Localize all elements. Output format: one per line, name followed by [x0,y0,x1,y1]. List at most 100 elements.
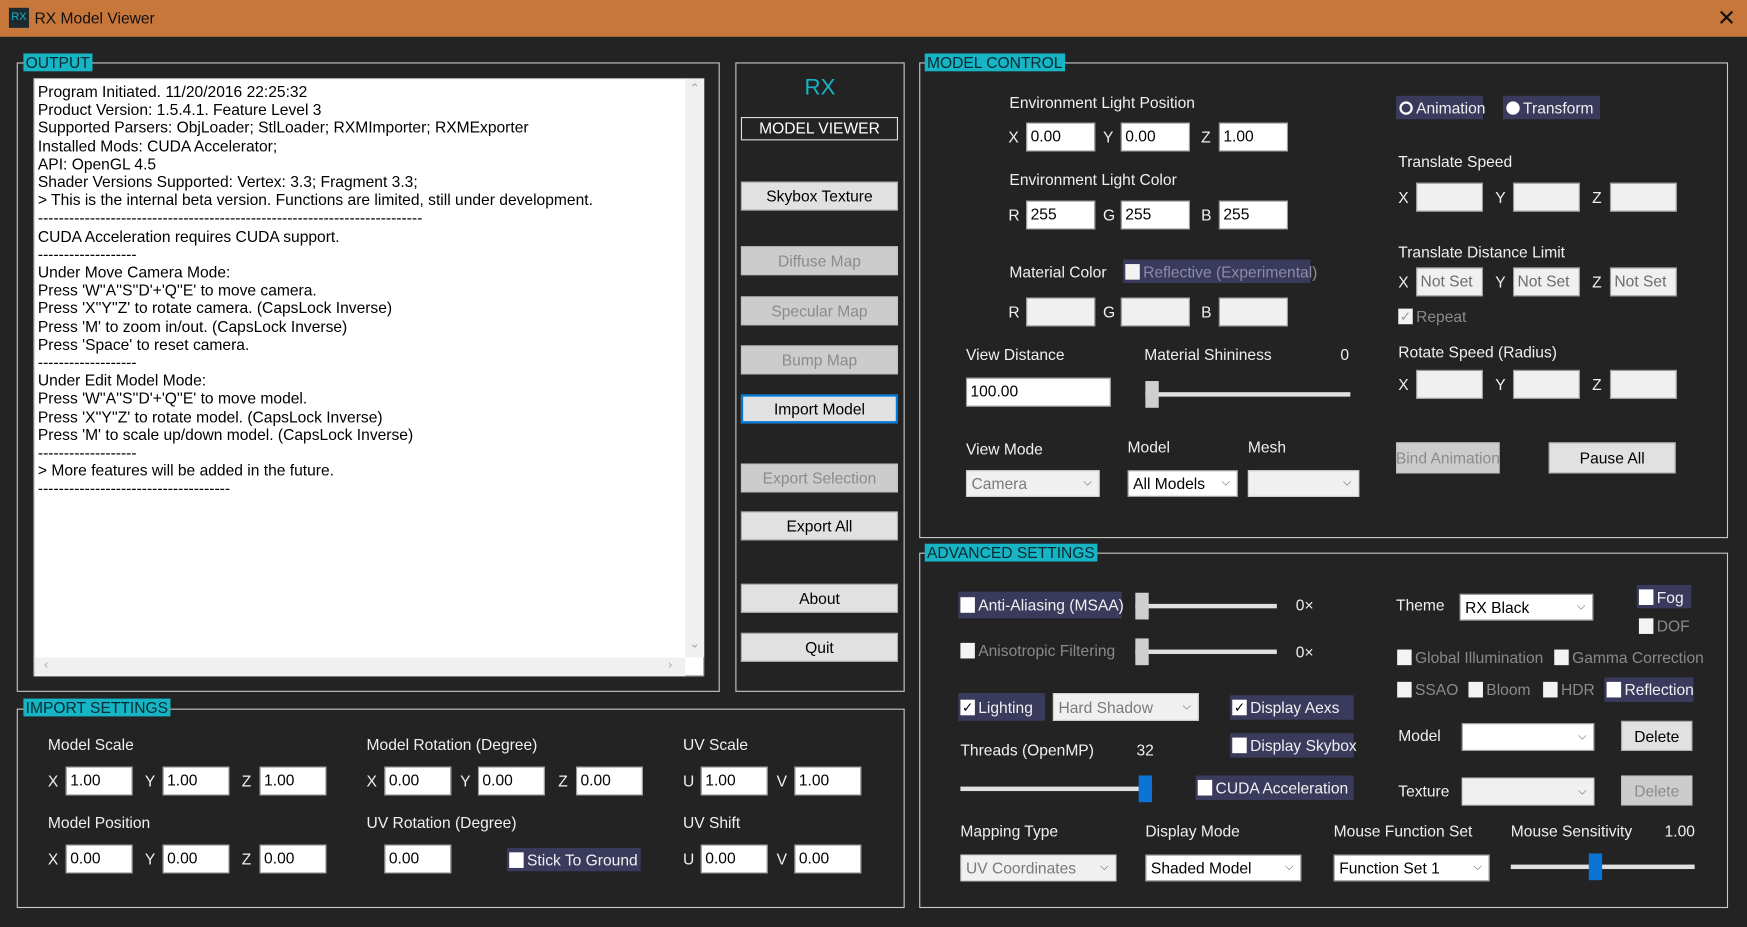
anisotropic-slider-thumb[interactable] [1135,638,1149,666]
anti-aliasing-checkbox[interactable]: Anti-Aliasing (MSAA) [958,591,1124,619]
reflection-checkbox[interactable]: Reflection [1604,677,1694,702]
threads-label: Threads (OpenMP) [960,740,1094,759]
env-light-color-r-input[interactable]: 255 [1026,200,1096,230]
log-line: Installed Mods: CUDA Accelerator; [37,136,278,155]
fog-checkbox[interactable]: Fog [1636,584,1692,609]
threads-slider-track [960,786,1153,792]
env-light-position-y-input[interactable]: 0.00 [1120,122,1190,152]
mapping-type-select-value: UV Coordinates [965,859,1077,877]
env-light-position-z-input[interactable]: 1.00 [1218,122,1288,152]
uv-shift-v-input[interactable]: 0.00 [794,844,862,874]
global-illumination-checkbox-label: Global Illumination [1414,647,1544,666]
model-scale-x-input[interactable]: 1.00 [65,766,133,796]
delete-texture-button: Delete [1621,775,1693,806]
lighting-checkbox[interactable]: ✓ Lighting [958,693,1046,721]
model-position-x-input[interactable]: 0.00 [65,844,133,874]
bind-animation-button: Bind Animation [1396,442,1500,474]
threads-slider-thumb[interactable] [1138,775,1153,803]
model-position-y-input[interactable]: 0.00 [162,844,230,874]
display-axes-checkbox[interactable]: ✓ Display Aexs [1230,695,1354,720]
model-position-y-label: Y [144,850,156,868]
mapping-type-select: UV Coordinates ⌵ [960,854,1117,882]
model-select[interactable]: All Models ⌵ [1127,470,1238,497]
model-scale-y-input[interactable]: 1.00 [162,766,230,796]
env-light-color-r-label: R [1008,206,1020,224]
anti-aliasing-slider[interactable] [1135,592,1277,620]
vertical-scrollbar[interactable] [685,79,705,658]
theme-select-value: RX Black [1465,598,1530,617]
mouse-sensitivity-slider[interactable] [1510,853,1695,881]
title-bar: RX RX Model Viewer ✕ [0,0,1747,37]
scroll-right-icon[interactable]: › [661,658,680,671]
stick-to-ground-checkbox[interactable]: Stick To Ground [506,847,641,872]
model-rotation-z-label: Z [558,772,568,790]
material-shininess-label: Material Shininess [1144,345,1272,364]
diffuse-button: Diffuse Map [740,246,899,276]
theme-label: Theme [1396,596,1445,614]
env-light-color-b-input[interactable]: 255 [1218,200,1288,230]
uv-scale-v-input[interactable]: 1.00 [794,766,862,796]
material-color-b-label: B [1201,303,1212,321]
display-mode-select-value: Shaded Model [1150,859,1252,877]
env-light-position-x-input[interactable]: 0.00 [1026,122,1096,152]
scroll-down-icon[interactable]: ⌄ [685,636,704,650]
uv-scale-label: UV Scale [682,735,749,754]
mouse-sensitivity-slider-thumb[interactable] [1589,853,1603,881]
mouse-function-set-select[interactable]: Function Set 1 ⌵ [1333,854,1490,882]
export-all-button[interactable]: Export All [740,511,899,541]
close-icon[interactable]: ✕ [1717,4,1736,32]
model-rotation-x-input[interactable]: 0.00 [384,766,452,796]
transform-radio[interactable]: Transform [1503,95,1600,120]
display-skybox-checkbox[interactable]: Display Skybox [1230,733,1357,758]
delete-model-button[interactable]: Delete [1621,720,1693,751]
theme-select[interactable]: RX Black ⌵ [1459,593,1594,621]
checkbox-icon: ✓ [960,699,975,715]
pause-all-button[interactable]: Pause All [1548,442,1676,474]
model-scale-z-input[interactable]: 1.00 [259,766,327,796]
checkbox-icon: ✓ [1398,308,1413,325]
skybox-button[interactable]: Skybox Texture [740,181,899,211]
scroll-up-icon[interactable]: ⌃ [685,81,704,95]
radio-icon [1399,100,1413,115]
material-color-g-label: G [1103,303,1116,321]
material-shininess-slider-thumb[interactable] [1145,381,1159,408]
checkbox-icon [509,851,524,868]
view-distance-input[interactable]: 100.00 [965,377,1111,407]
material-shininess-slider[interactable] [1145,381,1351,408]
anisotropic-slider[interactable] [1135,638,1277,666]
anti-aliasing-slider-thumb[interactable] [1135,592,1149,620]
adv-model-select[interactable]: ⌵ [1461,723,1595,751]
display-mode-select[interactable]: Shaded Model ⌵ [1145,854,1302,882]
uv-scale-u-input[interactable]: 1.00 [700,766,768,796]
threads-slider[interactable] [960,775,1153,803]
cuda-acceleration-checkbox[interactable]: CUDA Acceleration [1195,775,1354,800]
model-rotation-y-input[interactable]: 0.00 [477,766,545,796]
model-label: Model [1127,437,1171,456]
translate-distance-limit-z-label: Z [1592,272,1602,291]
uv-rotation-input[interactable]: 0.00 [384,844,452,874]
env-light-position-label: Environment Light Position [1009,93,1195,112]
model-rotation-z-input[interactable]: 0.00 [576,766,643,796]
checkbox-icon [1197,779,1213,796]
uv-shift-u-input[interactable]: 0.00 [700,844,768,874]
specular-button: Specular Map [740,296,899,326]
mesh-label: Mesh [1247,437,1287,456]
chevron-down-icon: ⌵ [1221,476,1231,490]
scroll-left-icon[interactable]: ‹ [37,658,56,671]
reflective-checkbox-label: Reflective (Experimental) [1143,262,1318,281]
adv-model-label: Model [1398,726,1441,745]
mouse-sensitivity-slider-track [1510,864,1695,870]
model-position-z-input[interactable]: 0.00 [259,844,327,874]
animation-radio[interactable]: Animation [1396,95,1485,120]
quit-button[interactable]: Quit [740,632,899,662]
material-color-r-label: R [1008,303,1020,321]
import-button[interactable]: Import Model [740,394,899,424]
output-log[interactable]: Program Initiated. 11/20/2016 22:25:32 Pr… [33,77,705,677]
env-light-color-label: Environment Light Color [1009,170,1177,189]
checkbox-icon [960,597,975,613]
window-title: RX Model Viewer [34,8,155,27]
about-button[interactable]: About [740,583,899,613]
env-light-color-g-input[interactable]: 255 [1120,200,1190,230]
horizontal-scrollbar[interactable] [34,657,686,677]
env-light-position-x-label: X [1008,128,1019,146]
